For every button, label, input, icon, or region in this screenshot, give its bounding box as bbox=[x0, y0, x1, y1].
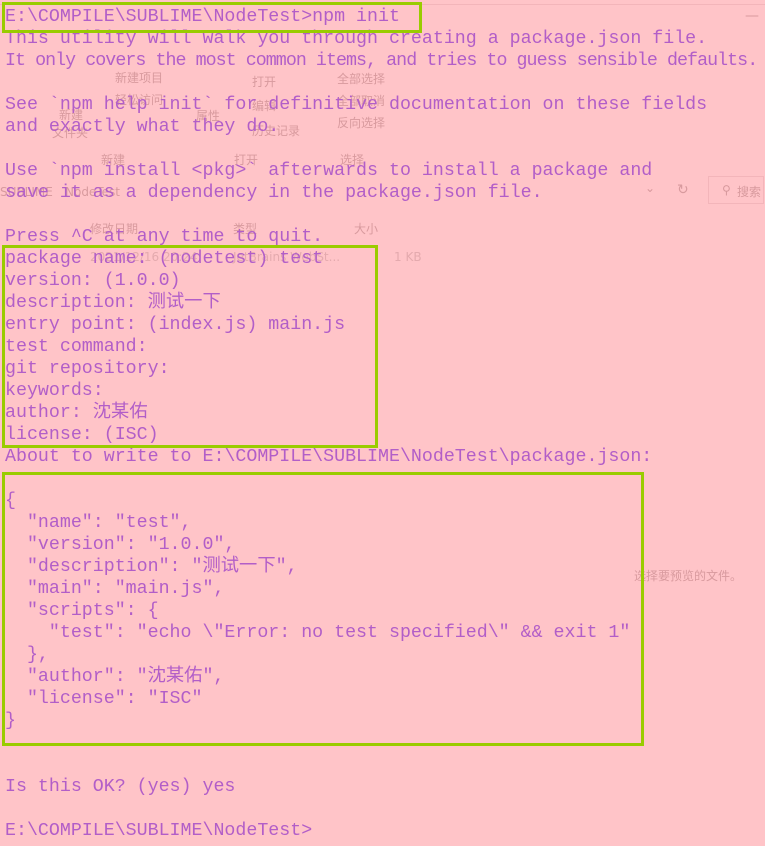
terminal-line: About to write to E:\COMPILE\SUBLIME\Nod… bbox=[5, 447, 653, 467]
highlight-prompts bbox=[2, 245, 378, 448]
terminal-line: It only covers the most common items, an… bbox=[5, 51, 758, 71]
highlight-command bbox=[2, 2, 422, 33]
terminal-line: Is this OK? (yes) yes bbox=[5, 777, 236, 797]
terminal-line: E:\COMPILE\SUBLIME\NodeTest> bbox=[5, 821, 313, 841]
terminal-line: save it as a dependency in the package.j… bbox=[5, 183, 543, 203]
highlight-package-json bbox=[2, 472, 644, 746]
terminal-line: Use `npm install <pkg>` afterwards to in… bbox=[5, 161, 653, 181]
terminal-line: See `npm help init` for definitive docum… bbox=[5, 95, 708, 115]
terminal-line: and exactly what they do. bbox=[5, 117, 280, 137]
